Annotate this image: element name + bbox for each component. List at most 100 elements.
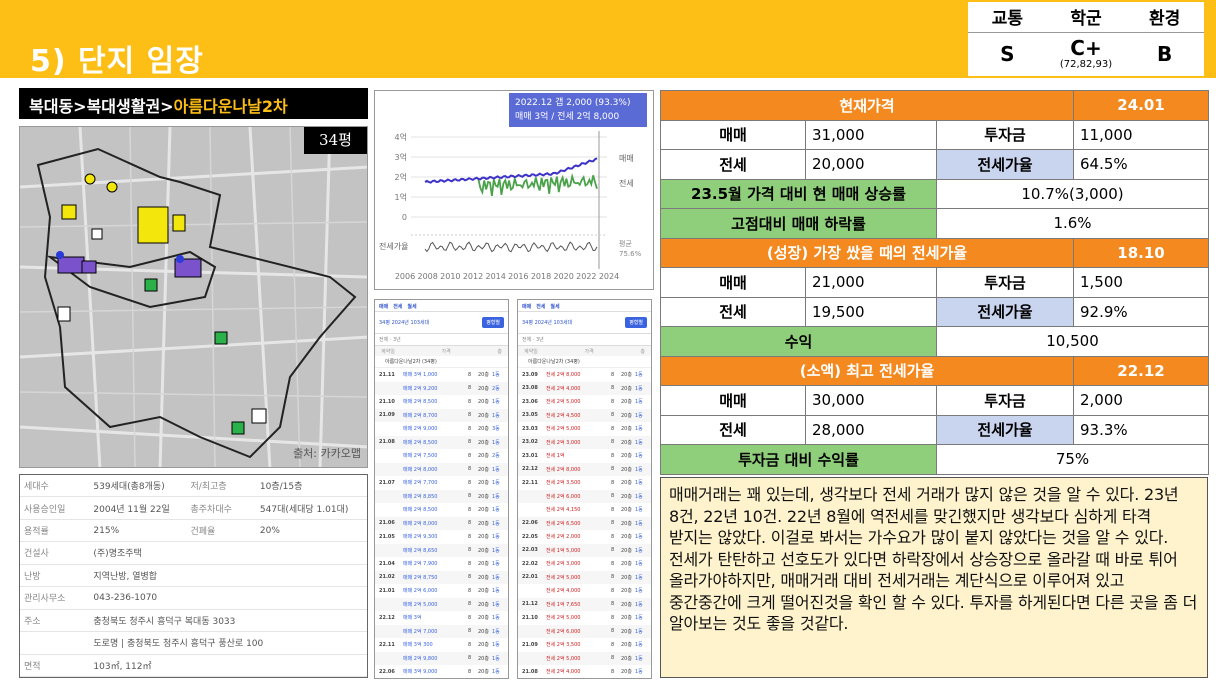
jeonse-transactions-panel[interactable]: 매매 전세 월세 34평 2024년 103세대 평형별 전체 · 3년 계약일 가격 층 아름다…: [517, 299, 652, 679]
page-title: 5) 단지 임장: [30, 44, 204, 79]
location-map[interactable]: 34평 출처: 카카오맵: [19, 126, 368, 468]
txn-row[interactable]: 22.01 전세 2억 5,000 8 20층 1동: [518, 570, 651, 584]
map-source: 출처: 카카오맵: [293, 447, 361, 460]
info-value: (주)명조주택: [89, 541, 367, 565]
txn-row[interactable]: 21.08 전세 2억 4,000 8 20층 1동: [518, 665, 651, 678]
txn-row[interactable]: 전세 2억 4,000 8 20층 1동: [518, 584, 651, 598]
txn-row[interactable]: 21.01 매매 2억 6,000 8 20층 1동: [375, 584, 508, 598]
analysis-comment: 매매거래는 꽤 있는데, 생각보다 전세 거래가 많지 않은 것을 알 수 있다…: [660, 477, 1208, 678]
txn-cell-f: 8: [468, 371, 472, 378]
txn-size-button[interactable]: 평형별: [482, 317, 504, 328]
txn-cell-c: 20층: [478, 615, 489, 622]
txn-tab[interactable]: 전세: [536, 303, 545, 310]
txn-cell-d: 22.12: [379, 614, 395, 621]
txn-tab[interactable]: 매매: [522, 303, 531, 310]
txn-cell-t: 1동: [635, 426, 643, 433]
txn-row[interactable]: 매매 2억 8,850 8 20층 1동: [375, 489, 508, 503]
txn-filter[interactable]: 전체 · 3년: [518, 334, 651, 346]
txn-row[interactable]: 21.10 전세 2억 5,000 8 20층 1동: [518, 611, 651, 625]
txn-row[interactable]: 매매 2억 7,500 8 20층 2동: [375, 449, 508, 463]
txn-row[interactable]: 21.07 매매 2억 7,700 8 20층 1동: [375, 476, 508, 490]
txn-row[interactable]: 21.10 매매 2억 8,500 8 20층 1동: [375, 395, 508, 409]
txn-filter[interactable]: 전체 · 3년: [375, 334, 508, 346]
txn-row[interactable]: 매매 2억 9,200 8 20층 2동: [375, 381, 508, 395]
txn-cell-f: 8: [611, 506, 615, 513]
txn-row[interactable]: 매매 2억 8,000 8 20층 1동: [375, 462, 508, 476]
txn-cell-f: 8: [468, 452, 472, 459]
txn-cell-k: 매매 2억 8,850: [403, 493, 438, 500]
txn-row[interactable]: 전세 2억 6,000 8 20층 1동: [518, 489, 651, 503]
txn-row[interactable]: 21.04 매매 2억 7,900 8 20층 1동: [375, 557, 508, 571]
txn-cell-t: 1동: [635, 601, 643, 608]
small-sale-label: 매매: [660, 385, 806, 416]
txn-tab[interactable]: 월세: [550, 303, 559, 310]
txn-row[interactable]: 22.02 전세 2억 3,000 8 20층 1동: [518, 557, 651, 571]
txn-cell-c: 20층: [621, 453, 632, 460]
txn-size-button[interactable]: 평형별: [625, 317, 647, 328]
txn-cell-t: 1동: [492, 601, 500, 608]
txn-row[interactable]: 21.05 매매 2억 9,300 8 20층 1동: [375, 530, 508, 544]
txn-cell-c: 20층: [478, 534, 489, 541]
txn-row[interactable]: 22.11 전세 2억 3,500 8 20층 1동: [518, 476, 651, 490]
txn-row[interactable]: 22.12 전세 2억 8,000 8 20층 1동: [518, 462, 651, 476]
txn-size: 34평: [522, 320, 533, 326]
txn-size-selector[interactable]: 34평 2024년 103세대 평형별: [375, 312, 508, 334]
txn-row[interactable]: 매매 2억 9,800 8 20층 1동: [375, 651, 508, 665]
txn-row[interactable]: 23.09 전세 2억 8,000 8 20층 1동: [518, 368, 651, 382]
txn-row[interactable]: 22.12 매매 3억 8 20층 1동: [375, 611, 508, 625]
txn-row[interactable]: 22.11 매매 3억 300 8 20층 1동: [375, 638, 508, 652]
txn-row[interactable]: 21.09 전세 2억 3,500 8 20층 1동: [518, 638, 651, 652]
txn-tab[interactable]: 월세: [407, 303, 416, 310]
txn-row[interactable]: 21.11 매매 3억 1,000 8 20층 1동: [375, 368, 508, 382]
small-sale-value: 30,000: [805, 385, 937, 416]
txn-cell-d: 22.01: [522, 574, 538, 581]
txn-row[interactable]: 21.09 매매 2억 8,700 8 20층 1동: [375, 408, 508, 422]
txn-row[interactable]: 매매 2억 9,000 8 20층 3동: [375, 422, 508, 436]
txn-cell-c: 20층: [621, 439, 632, 446]
sale-transactions-panel[interactable]: 매매 전세 월세 34평 2024년 103세대 평형별 전체 · 3년 계약일 가격 층 아름다…: [374, 299, 509, 679]
txn-row[interactable]: 전세 2억 5,000 8 20층 1동: [518, 651, 651, 665]
txn-tab[interactable]: 전세: [393, 303, 402, 310]
txn-row[interactable]: 23.02 전세 2억 3,000 8 20층 1동: [518, 435, 651, 449]
txn-cell-c: 20층: [621, 574, 632, 581]
growth-ratio-label: 전세가율: [936, 296, 1074, 327]
txn-row[interactable]: 매매 2억 7,000 8 20층 1동: [375, 624, 508, 638]
txn-cell-d: 21.11: [379, 371, 395, 378]
txn-row[interactable]: 22.05 전세 2억 2,000 8 20층 1동: [518, 530, 651, 544]
rating-value-transport: S: [1000, 42, 1015, 67]
txn-cell-c: 20층: [478, 426, 489, 433]
txn-filter-label[interactable]: 전체 · 3년: [379, 336, 401, 343]
txn-tab[interactable]: 매매: [379, 303, 388, 310]
txn-row[interactable]: 23.08 전세 2억 4,000 8 20층 1동: [518, 381, 651, 395]
txn-row[interactable]: 매매 2억 5,000 8 20층 1동: [375, 597, 508, 611]
txn-row[interactable]: 22.03 전세 1억 5,000 8 20층 1동: [518, 543, 651, 557]
txn-filter-label[interactable]: 전체 · 3년: [522, 336, 544, 343]
txn-cell-d: 23.09: [522, 371, 538, 378]
txn-cell-c: 20층: [621, 412, 632, 419]
info-value: 충청북도 청주시 흥덕구 복대동 3033: [89, 609, 367, 633]
info-value: 103㎡, 112㎡: [89, 654, 367, 677]
ratio-average-label: 평균: [619, 239, 632, 248]
txn-cell-t: 1동: [492, 628, 500, 635]
txn-cell-c: 20층: [621, 588, 632, 595]
txn-row[interactable]: 21.02 매매 2억 8,750 8 20층 1동: [375, 570, 508, 584]
pyeong-badge: 34평: [304, 127, 367, 154]
txn-row[interactable]: 매매 2억 8,500 8 20층 1동: [375, 503, 508, 517]
x-tick-label: 2022: [576, 272, 596, 281]
txn-size-selector[interactable]: 34평 2024년 103세대 평형별: [518, 312, 651, 334]
txn-row[interactable]: 21.12 전세 1억 7,650 8 20층 1동: [518, 597, 651, 611]
txn-cell-f: 8: [611, 614, 615, 621]
txn-size-info: 34평 2024년 103세대: [522, 319, 572, 326]
txn-row[interactable]: 전세 2억 4,150 8 20층 1동: [518, 503, 651, 517]
txn-row[interactable]: 23.03 전세 2억 5,000 8 20층 1동: [518, 422, 651, 436]
txn-row[interactable]: 23.05 전세 2억 4,500 8 20층 1동: [518, 408, 651, 422]
txn-row[interactable]: 전세 2억 6,000 8 20층 1동: [518, 624, 651, 638]
txn-row[interactable]: 23.01 전세 1억 8 20층 1동: [518, 449, 651, 463]
txn-row[interactable]: 21.06 매매 2억 8,000 8 20층 1동: [375, 516, 508, 530]
txn-row[interactable]: 22.06 매매 3억 9,000 8 20층 1동: [375, 665, 508, 678]
txn-row[interactable]: 매매 2억 8,650 8 20층 1동: [375, 543, 508, 557]
info-label: 난방: [20, 564, 90, 588]
txn-row[interactable]: 23.06 전세 2억 5,000 8 20층 1동: [518, 395, 651, 409]
txn-row[interactable]: 21.08 매매 2억 8,500 8 20층 1동: [375, 435, 508, 449]
txn-row[interactable]: 22.06 전세 2억 6,500 8 20층 1동: [518, 516, 651, 530]
